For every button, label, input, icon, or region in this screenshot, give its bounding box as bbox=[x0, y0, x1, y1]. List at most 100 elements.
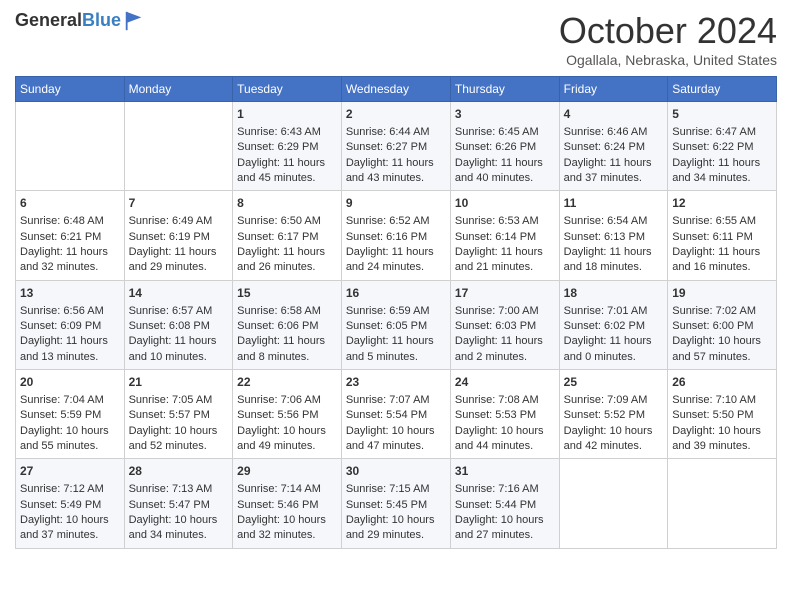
day-info: Daylight: 11 hours and 8 minutes. bbox=[237, 334, 337, 365]
day-info: Daylight: 10 hours and 29 minutes. bbox=[346, 513, 446, 544]
day-info: Sunset: 5:54 PM bbox=[346, 408, 446, 423]
day-info: Sunrise: 7:01 AM bbox=[564, 304, 664, 319]
day-info: Sunrise: 6:49 AM bbox=[129, 214, 229, 229]
day-info: Daylight: 10 hours and 32 minutes. bbox=[237, 513, 337, 544]
day-info: Daylight: 11 hours and 5 minutes. bbox=[346, 334, 446, 365]
day-number: 9 bbox=[346, 195, 446, 212]
day-info: Daylight: 11 hours and 21 minutes. bbox=[455, 245, 555, 276]
location-text: Ogallala, Nebraska, United States bbox=[559, 52, 777, 68]
day-info: Daylight: 10 hours and 37 minutes. bbox=[20, 513, 120, 544]
calendar-cell: 11Sunrise: 6:54 AMSunset: 6:13 PMDayligh… bbox=[559, 191, 668, 280]
calendar-cell: 20Sunrise: 7:04 AMSunset: 5:59 PMDayligh… bbox=[16, 370, 125, 459]
day-info: Sunrise: 6:44 AM bbox=[346, 125, 446, 140]
day-info: Sunrise: 7:04 AM bbox=[20, 393, 120, 408]
day-number: 30 bbox=[346, 463, 446, 480]
day-number: 8 bbox=[237, 195, 337, 212]
day-info: Sunrise: 7:13 AM bbox=[129, 482, 229, 497]
day-info: Daylight: 10 hours and 49 minutes. bbox=[237, 424, 337, 455]
calendar-cell: 23Sunrise: 7:07 AMSunset: 5:54 PMDayligh… bbox=[341, 370, 450, 459]
day-info: Sunset: 6:00 PM bbox=[672, 319, 772, 334]
day-info: Sunrise: 7:15 AM bbox=[346, 482, 446, 497]
day-info: Daylight: 11 hours and 29 minutes. bbox=[129, 245, 229, 276]
day-number: 2 bbox=[346, 106, 446, 123]
calendar-cell: 28Sunrise: 7:13 AMSunset: 5:47 PMDayligh… bbox=[124, 459, 233, 548]
day-info: Sunrise: 7:12 AM bbox=[20, 482, 120, 497]
day-info: Daylight: 10 hours and 34 minutes. bbox=[129, 513, 229, 544]
page-header: GeneralBlue October 2024 Ogallala, Nebra… bbox=[15, 10, 777, 68]
day-number: 21 bbox=[129, 374, 229, 391]
day-info: Sunset: 6:27 PM bbox=[346, 140, 446, 155]
day-info: Sunrise: 6:45 AM bbox=[455, 125, 555, 140]
day-info: Daylight: 11 hours and 34 minutes. bbox=[672, 156, 772, 187]
calendar-cell: 2 Sunrise: 6:44 AMSunset: 6:27 PMDaylight… bbox=[341, 102, 450, 191]
calendar-header-wednesday: Wednesday bbox=[341, 77, 450, 102]
calendar-cell: 10Sunrise: 6:53 AMSunset: 6:14 PMDayligh… bbox=[450, 191, 559, 280]
day-info: Sunset: 5:53 PM bbox=[455, 408, 555, 423]
month-title: October 2024 bbox=[559, 10, 777, 52]
day-info: Sunset: 5:49 PM bbox=[20, 498, 120, 513]
calendar-header-monday: Monday bbox=[124, 77, 233, 102]
day-info: Sunset: 6:29 PM bbox=[237, 140, 337, 155]
calendar-week-row: 13 Sunrise: 6:56 AMSunset: 6:09 PM Dayligh… bbox=[16, 280, 777, 369]
day-info: Sunrise: 7:00 AM bbox=[455, 304, 555, 319]
day-info: Daylight: 11 hours and 37 minutes. bbox=[564, 156, 664, 187]
day-info: Sunset: 6:03 PM bbox=[455, 319, 555, 334]
day-info: Sunset: 5:56 PM bbox=[237, 408, 337, 423]
calendar-cell: 5 Sunrise: 6:47 AMSunset: 6:22 PMDaylight… bbox=[668, 102, 777, 191]
day-number: 5 bbox=[672, 106, 772, 123]
day-info: Daylight: 11 hours and 2 minutes. bbox=[455, 334, 555, 365]
calendar-cell: 9Sunrise: 6:52 AMSunset: 6:16 PMDaylight… bbox=[341, 191, 450, 280]
calendar-cell: 29Sunrise: 7:14 AMSunset: 5:46 PMDayligh… bbox=[233, 459, 342, 548]
day-info: Sunset: 6:19 PM bbox=[129, 230, 229, 245]
calendar-cell bbox=[124, 102, 233, 191]
day-info: Daylight: 10 hours and 47 minutes. bbox=[346, 424, 446, 455]
day-number: 7 bbox=[129, 195, 229, 212]
calendar-cell bbox=[16, 102, 125, 191]
calendar-cell: 4Sunrise: 6:46 AMSunset: 6:24 PMDaylight… bbox=[559, 102, 668, 191]
day-info: Sunset: 6:22 PM bbox=[672, 140, 772, 155]
day-info: Daylight: 10 hours and 39 minutes. bbox=[672, 424, 772, 455]
day-info: Daylight: 11 hours and 26 minutes. bbox=[237, 245, 337, 276]
day-info: Sunset: 6:09 PM bbox=[20, 319, 120, 334]
day-number: 29 bbox=[237, 463, 337, 480]
day-info: Sunset: 5:59 PM bbox=[20, 408, 120, 423]
calendar-table: SundayMondayTuesdayWednesdayThursdayFrid… bbox=[15, 76, 777, 549]
calendar-header-tuesday: Tuesday bbox=[233, 77, 342, 102]
day-number: 13 bbox=[20, 285, 120, 302]
calendar-header-saturday: Saturday bbox=[668, 77, 777, 102]
day-number: 19 bbox=[672, 285, 772, 302]
calendar-cell: 6Sunrise: 6:48 AMSunset: 6:21 PMDaylight… bbox=[16, 191, 125, 280]
calendar-cell: 30Sunrise: 7:15 AMSunset: 5:45 PMDayligh… bbox=[341, 459, 450, 548]
calendar-cell: 25Sunrise: 7:09 AMSunset: 5:52 PMDayligh… bbox=[559, 370, 668, 459]
day-info: Sunrise: 6:47 AM bbox=[672, 125, 772, 140]
logo-blue-text: Blue bbox=[82, 10, 121, 30]
day-info: Sunrise: 6:48 AM bbox=[20, 214, 120, 229]
day-info: Sunrise: 6:46 AM bbox=[564, 125, 664, 140]
day-info: Sunrise: 7:07 AM bbox=[346, 393, 446, 408]
day-number: 31 bbox=[455, 463, 555, 480]
calendar-cell: 22Sunrise: 7:06 AMSunset: 5:56 PMDayligh… bbox=[233, 370, 342, 459]
day-number: 1 bbox=[237, 106, 337, 123]
calendar-header-sunday: Sunday bbox=[16, 77, 125, 102]
day-info: Sunset: 6:16 PM bbox=[346, 230, 446, 245]
day-info: Sunset: 5:47 PM bbox=[129, 498, 229, 513]
day-info: Sunset: 6:21 PM bbox=[20, 230, 120, 245]
logo: GeneralBlue bbox=[15, 10, 145, 32]
calendar-cell: 26Sunrise: 7:10 AMSunset: 5:50 PMDayligh… bbox=[668, 370, 777, 459]
calendar-cell: 16Sunrise: 6:59 AMSunset: 6:05 PMDayligh… bbox=[341, 280, 450, 369]
day-info: Sunrise: 6:56 AM bbox=[20, 304, 120, 319]
day-info: Sunrise: 6:54 AM bbox=[564, 214, 664, 229]
calendar-header-friday: Friday bbox=[559, 77, 668, 102]
calendar-cell: 14Sunrise: 6:57 AMSunset: 6:08 PMDayligh… bbox=[124, 280, 233, 369]
calendar-cell: 27 Sunrise: 7:12 AMSunset: 5:49 PMDayligh… bbox=[16, 459, 125, 548]
calendar-cell: 31Sunrise: 7:16 AMSunset: 5:44 PMDayligh… bbox=[450, 459, 559, 548]
day-info: Sunset: 6:05 PM bbox=[346, 319, 446, 334]
day-number: 22 bbox=[237, 374, 337, 391]
day-info: Sunset: 6:13 PM bbox=[564, 230, 664, 245]
day-info: Daylight: 11 hours and 43 minutes. bbox=[346, 156, 446, 187]
day-info: Sunset: 5:57 PM bbox=[129, 408, 229, 423]
day-number: 18 bbox=[564, 285, 664, 302]
day-info: Sunset: 6:06 PM bbox=[237, 319, 337, 334]
day-number: 27 bbox=[20, 463, 120, 480]
calendar-week-row: 6Sunrise: 6:48 AMSunset: 6:21 PMDaylight… bbox=[16, 191, 777, 280]
